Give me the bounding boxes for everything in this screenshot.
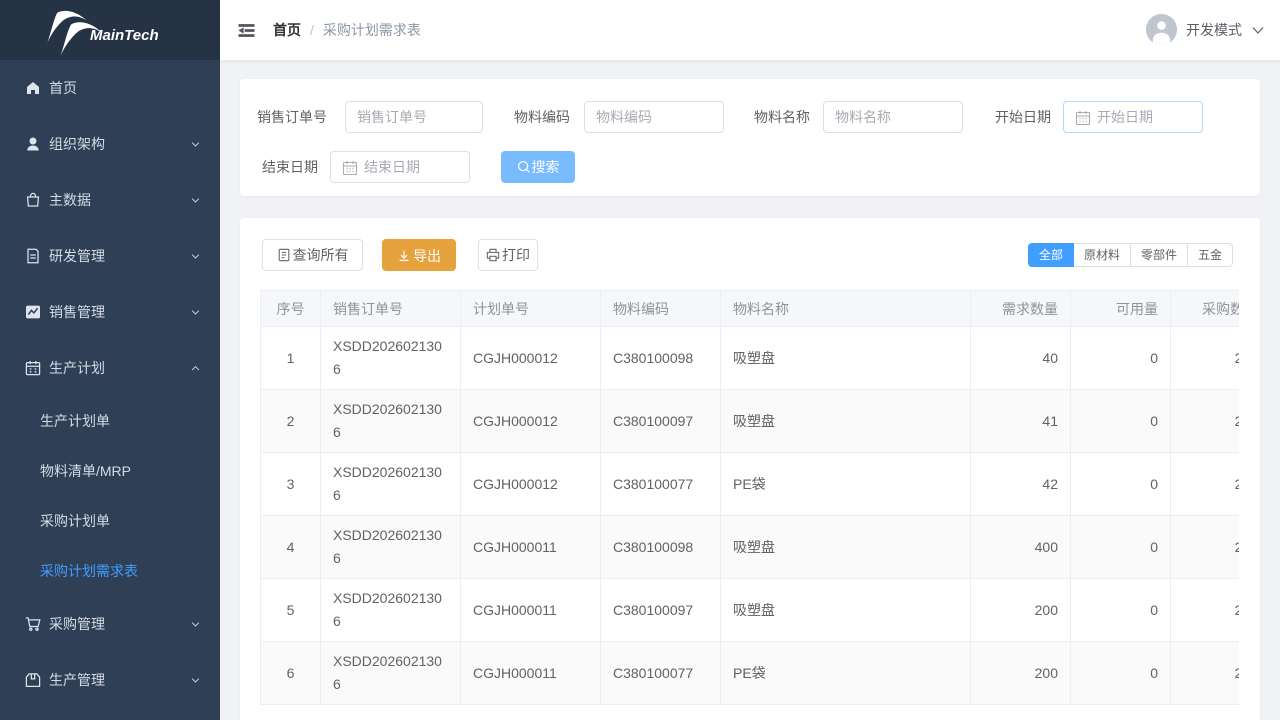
svg-text:MainTech: MainTech	[90, 27, 159, 44]
